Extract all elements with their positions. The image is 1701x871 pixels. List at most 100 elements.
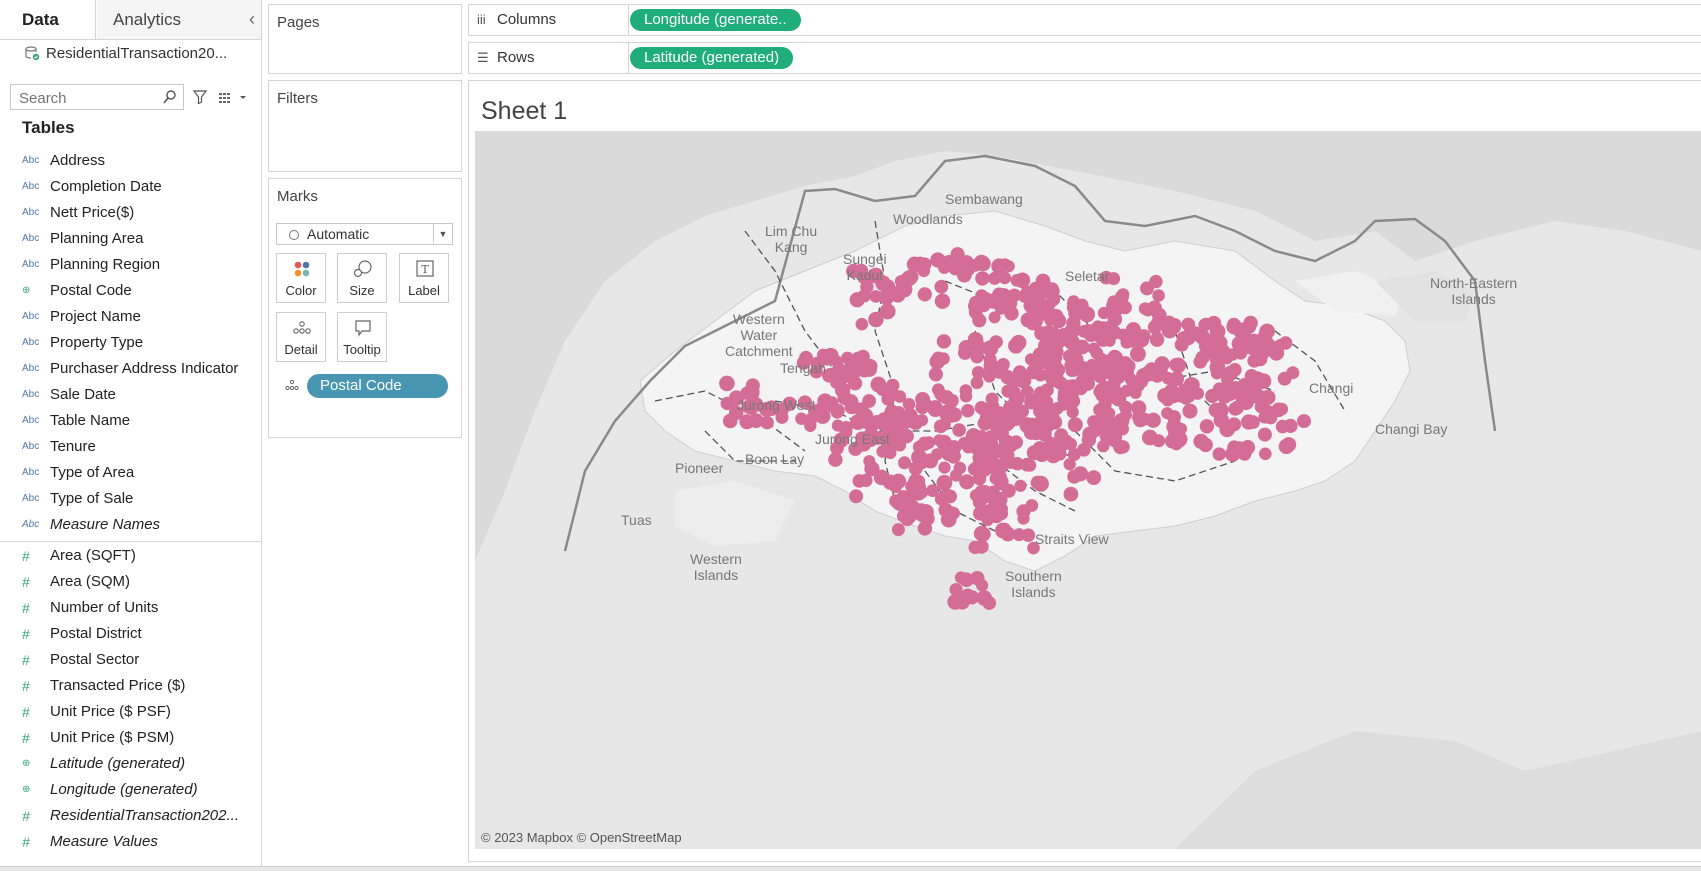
postal-code-mark[interactable]	[976, 527, 991, 542]
postal-code-mark[interactable]	[1047, 414, 1063, 430]
postal-code-mark[interactable]	[1003, 400, 1018, 415]
field-item[interactable]: # Area (SQFT)	[0, 543, 261, 569]
field-item[interactable]: Abc Type of Sale	[0, 486, 261, 512]
postal-code-mark[interactable]	[1050, 362, 1066, 378]
postal-code-mark[interactable]	[1087, 342, 1100, 355]
postal-code-mark[interactable]	[1025, 499, 1039, 512]
postal-code-mark[interactable]	[938, 461, 951, 474]
postal-code-mark[interactable]	[917, 436, 932, 451]
postal-code-mark[interactable]	[921, 511, 935, 526]
color-button[interactable]: Color	[276, 253, 326, 303]
tab-data[interactable]: Data	[0, 0, 96, 39]
postal-code-mark[interactable]	[934, 279, 949, 294]
detail-button[interactable]: Detail	[276, 312, 326, 362]
postal-code-mark[interactable]	[1030, 475, 1045, 490]
postal-code-mark[interactable]	[1259, 447, 1272, 461]
postal-code-mark[interactable]	[973, 506, 988, 521]
postal-code-mark[interactable]	[1234, 347, 1248, 360]
postal-code-mark[interactable]	[1138, 412, 1151, 426]
postal-code-mark[interactable]	[1257, 427, 1272, 442]
postal-code-mark[interactable]	[1281, 437, 1297, 453]
postal-code-mark[interactable]	[1012, 365, 1027, 380]
latitude-pill[interactable]: Latitude (generated)	[630, 47, 794, 69]
postal-code-mark[interactable]	[1232, 441, 1247, 456]
postal-code-mark[interactable]	[934, 388, 948, 401]
postal-code-mark[interactable]	[1138, 302, 1152, 315]
size-button[interactable]: Size	[337, 253, 387, 303]
postal-code-mark[interactable]	[891, 523, 905, 537]
postal-code-mark[interactable]	[1086, 470, 1102, 485]
postal-code-mark[interactable]	[1074, 360, 1091, 377]
postal-code-mark[interactable]	[1010, 457, 1025, 471]
postal-code-mark[interactable]	[931, 448, 944, 461]
postal-code-mark[interactable]	[1069, 345, 1083, 359]
postal-code-mark[interactable]	[1283, 418, 1298, 433]
postal-code-mark[interactable]	[1153, 363, 1168, 378]
field-item[interactable]: Abc Planning Region	[0, 252, 261, 278]
postal-code-mark[interactable]	[1004, 306, 1019, 321]
field-item[interactable]: # ResidentialTransaction202...	[0, 803, 261, 829]
postal-code-mark[interactable]	[936, 474, 953, 491]
postal-code-mark[interactable]	[988, 311, 1001, 324]
pages-card[interactable]: Pages	[268, 4, 462, 74]
field-item[interactable]: # Postal Sector	[0, 647, 261, 673]
postal-code-mark[interactable]	[862, 394, 876, 408]
postal-code-mark[interactable]	[1210, 367, 1224, 380]
postal-code-mark[interactable]	[1243, 315, 1258, 331]
postal-code-mark[interactable]	[1045, 284, 1060, 299]
postal-code-mark[interactable]	[956, 267, 972, 283]
postal-code-mark[interactable]	[994, 360, 1009, 375]
field-item[interactable]: # Transacted Price ($)	[0, 673, 261, 699]
postal-code-mark[interactable]	[856, 407, 873, 424]
postal-code-mark[interactable]	[949, 583, 963, 597]
postal-code-mark[interactable]	[1063, 486, 1079, 502]
postal-code-mark[interactable]	[1213, 412, 1229, 428]
postal-code-mark[interactable]	[893, 390, 907, 403]
postal-code-mark[interactable]	[1098, 416, 1113, 430]
postal-code-mark[interactable]	[954, 571, 968, 584]
postal-code-mark[interactable]	[995, 474, 1009, 489]
postal-code-mark[interactable]	[891, 406, 906, 420]
postal-code-mark[interactable]	[1233, 325, 1246, 338]
postal-code-mark[interactable]	[843, 394, 859, 410]
postal-code-mark[interactable]	[1165, 434, 1179, 448]
datasource-item[interactable]: ResidentialTransaction20...	[24, 43, 227, 65]
postal-code-mark[interactable]	[1142, 429, 1158, 446]
postal-code-mark[interactable]	[1182, 403, 1198, 419]
postal-code-mark[interactable]	[915, 392, 930, 407]
postal-code-mark[interactable]	[1116, 328, 1130, 341]
postal-code-mark[interactable]	[1079, 306, 1095, 323]
postal-code-mark[interactable]	[952, 423, 966, 437]
postal-code-mark[interactable]	[813, 407, 827, 421]
field-item[interactable]: ⊕ Longitude (generated)	[0, 777, 261, 803]
postal-code-mark[interactable]	[985, 502, 1000, 516]
postal-code-mark[interactable]	[1040, 383, 1054, 397]
postal-code-mark[interactable]	[1063, 324, 1079, 340]
postal-code-mark[interactable]	[968, 298, 984, 314]
postal-code-mark[interactable]	[957, 437, 971, 450]
postal-code-mark[interactable]	[1179, 392, 1192, 405]
postal-code-mark[interactable]	[1082, 426, 1098, 442]
search-input[interactable]	[17, 86, 161, 110]
postal-code-mark[interactable]	[898, 501, 914, 517]
postal-code-mark[interactable]	[869, 290, 883, 303]
postal-code-mark[interactable]	[1080, 376, 1095, 391]
postal-code-mark[interactable]	[938, 502, 953, 518]
postal-code-mark[interactable]	[1094, 382, 1111, 399]
postal-code-mark[interactable]	[1021, 528, 1036, 542]
postal-code-mark[interactable]	[936, 334, 952, 349]
postal-code-mark[interactable]	[849, 292, 865, 308]
postal-code-mark[interactable]	[848, 376, 863, 391]
postal-code-mark[interactable]	[959, 390, 973, 403]
field-item[interactable]: Abc Address	[0, 148, 261, 174]
postal-code-mark[interactable]	[1027, 301, 1044, 317]
postal-code-mark[interactable]	[953, 461, 967, 475]
field-item[interactable]: Abc Type of Area	[0, 460, 261, 486]
postal-code-mark[interactable]	[1259, 410, 1274, 424]
postal-code-mark[interactable]	[1014, 479, 1027, 492]
postal-code-mark[interactable]	[941, 445, 957, 462]
postal-code-mark[interactable]	[1033, 404, 1047, 419]
postal-code-mark[interactable]	[1067, 448, 1081, 461]
postal-code-mark[interactable]	[961, 588, 975, 602]
field-item[interactable]: Abc Purchaser Address Indicator	[0, 356, 261, 382]
